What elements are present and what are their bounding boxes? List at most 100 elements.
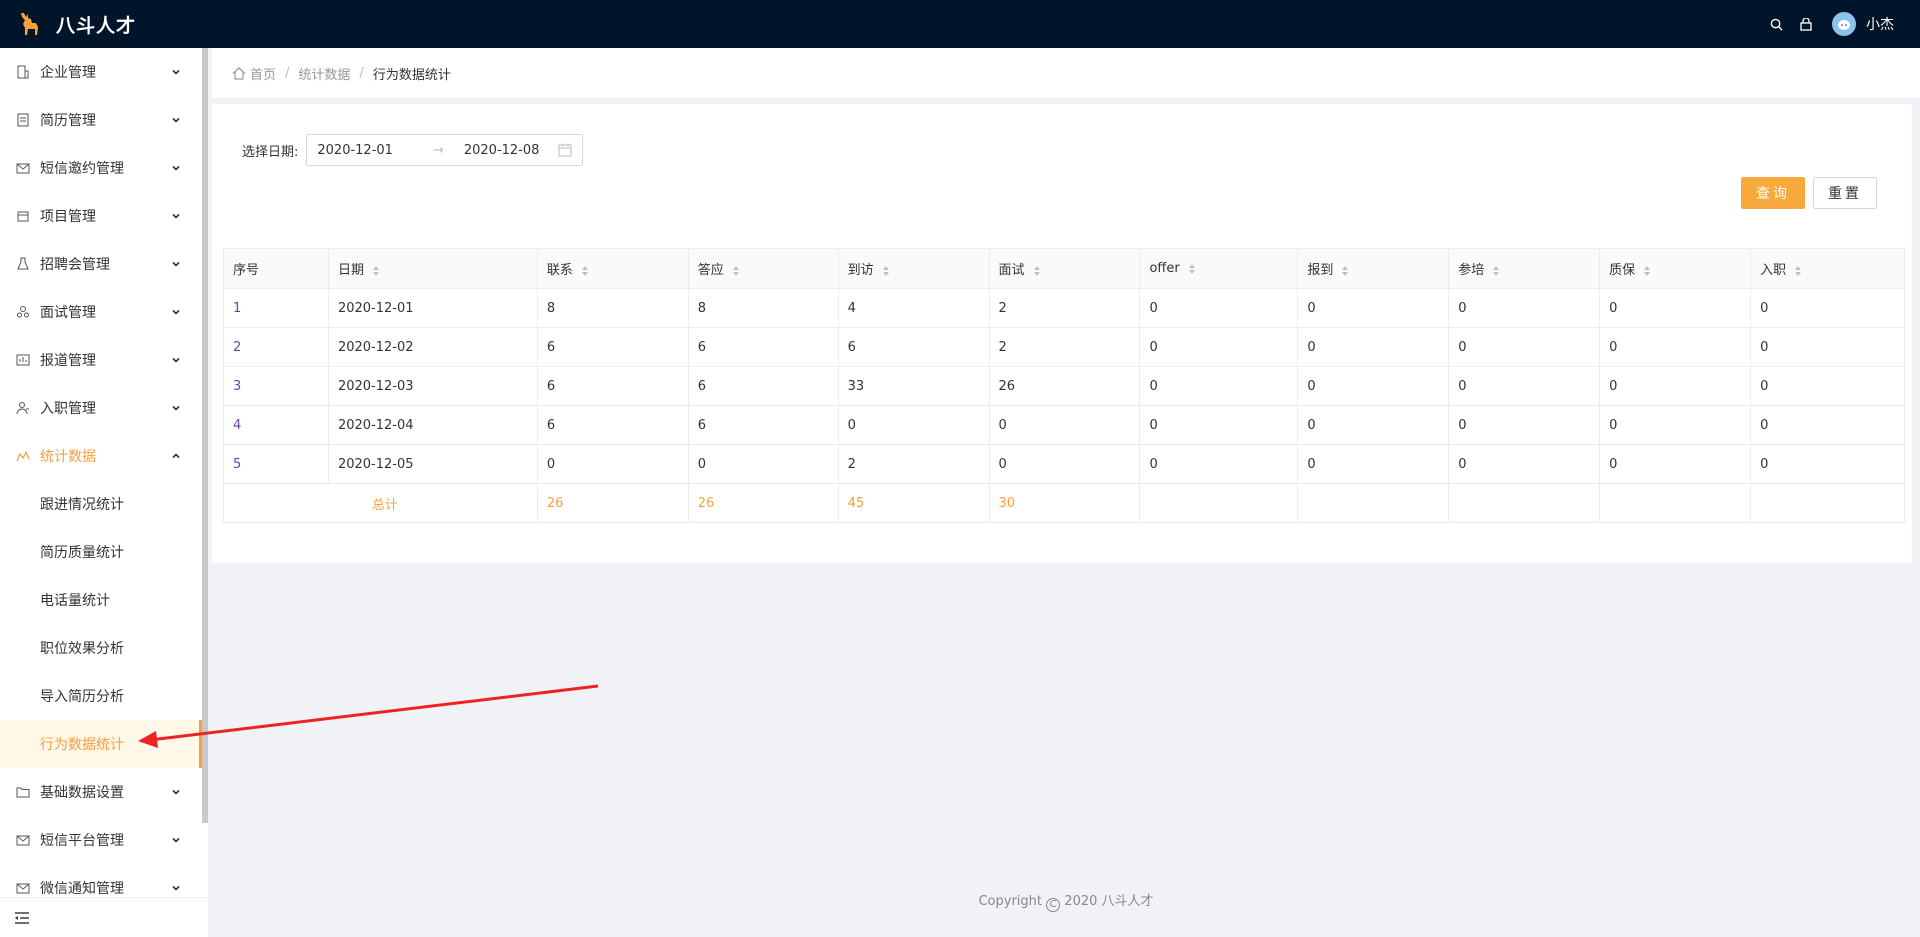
mail-icon — [16, 833, 30, 847]
table-cell: 0 — [1448, 366, 1601, 406]
reset-button[interactable]: 重置 — [1813, 177, 1877, 209]
column-header[interactable]: 日期 — [327, 248, 538, 289]
sidebar-subitem-followup[interactable]: 跟进情况统计 — [0, 480, 202, 528]
column-header[interactable]: 入职 — [1750, 248, 1905, 289]
breadcrumb-home[interactable]: 首页 — [232, 64, 276, 83]
column-header[interactable]: 质保 — [1599, 248, 1752, 289]
column-header-label: 报到 — [1307, 263, 1334, 278]
footer-brand: 2020 八斗人才 — [1064, 894, 1154, 909]
column-header[interactable]: 到访 — [837, 248, 990, 289]
footer: Copyright C 2020 八斗人才 — [212, 890, 1920, 912]
sidebar-item-interview[interactable]: 面试管理 — [0, 288, 202, 336]
table-cell: 3 — [223, 366, 329, 406]
sidebar-subitem-behavior-stats[interactable]: 行为数据统计 — [0, 720, 202, 768]
menu-fold-icon — [15, 911, 29, 924]
sort-icon[interactable] — [581, 265, 589, 277]
sidebar-scrollbar[interactable] — [202, 48, 208, 823]
table-cell: 4 — [223, 405, 329, 445]
table-cell: 0 — [1599, 327, 1752, 367]
sidebar-subitem-resume-quality[interactable]: 简历质量统计 — [0, 528, 202, 576]
username[interactable]: 小杰 — [1866, 14, 1894, 34]
table-cell: 0 — [1448, 405, 1601, 445]
sidebar-subitem-call-volume[interactable]: 电话量统计 — [0, 576, 202, 624]
table-cell: 0 — [1599, 444, 1752, 484]
sidebar-item-project[interactable]: 项目管理 — [0, 192, 202, 240]
column-header[interactable]: offer — [1139, 248, 1299, 289]
table-cell: 2020-12-03 — [327, 366, 538, 406]
flask-icon — [16, 257, 30, 271]
sidebar-item-report[interactable]: 报道管理 — [0, 336, 202, 384]
sidebar-item-label: 简历管理 — [40, 113, 96, 129]
sidebar-item-basic-data[interactable]: 基础数据设置 — [0, 768, 202, 816]
column-header[interactable]: 答应 — [687, 248, 839, 289]
logo[interactable]: 八斗人才 — [0, 0, 208, 48]
breadcrumb-home-label: 首页 — [250, 67, 277, 83]
chevron-down-icon — [172, 789, 180, 795]
brand-name: 八斗人才 — [56, 14, 137, 37]
copyright-icon: C — [1046, 898, 1061, 912]
sidebar-item-sms-platform[interactable]: 短信平台管理 — [0, 816, 202, 864]
sidebar-item-onboarding[interactable]: 入职管理 — [0, 384, 202, 432]
table-cell: 6 — [536, 405, 689, 445]
avatar[interactable] — [1832, 12, 1856, 36]
table-cell: 1 — [223, 288, 329, 328]
total-cell: 26 — [536, 483, 689, 523]
table-row: 3 2020-12-03 6 6 33 26 0 0 0 0 0 — [223, 366, 1905, 406]
sidebar-subitem-import-analysis[interactable]: 导入简历分析 — [0, 672, 202, 720]
sort-icon[interactable] — [1188, 263, 1196, 275]
calendar-icon — [558, 143, 572, 157]
date-range-end[interactable]: 2020-12-08 — [464, 143, 540, 158]
chevron-down-icon — [172, 837, 180, 843]
sidebar-item-job-fair[interactable]: 招聘会管理 — [0, 240, 202, 288]
lock-icon[interactable] — [1798, 16, 1814, 32]
search-icon[interactable] — [1768, 16, 1784, 32]
sidebar-item-company[interactable]: 企业管理 — [0, 48, 202, 96]
sort-icon[interactable] — [372, 265, 380, 277]
table-cell: 2 — [988, 288, 1141, 328]
table-cell: 0 — [1297, 366, 1450, 406]
sort-icon[interactable] — [1794, 265, 1802, 277]
date-range-start[interactable]: 2020-12-01 — [317, 143, 393, 158]
table-cell: 0 — [1139, 366, 1299, 406]
table-cell: 6 — [536, 366, 689, 406]
stats-table: 序号 日期 联系 答应 到访 面试 offer 报到 参培 质保 入职 1 2020-12-01 8 8 4… — [223, 248, 1905, 523]
sort-icon[interactable] — [1341, 265, 1349, 277]
sort-icon[interactable] — [1492, 265, 1500, 277]
table-cell: 0 — [1599, 366, 1752, 406]
table-cell: 2020-12-04 — [327, 405, 538, 445]
sort-icon[interactable] — [882, 265, 890, 277]
sidebar: 企业管理 简历管理 短信邀约管理 项目管理 招聘会管理 面试管理 报道管理 入职… — [0, 48, 208, 937]
column-header[interactable]: 面试 — [988, 248, 1141, 289]
table-cell: 0 — [1139, 288, 1299, 328]
chevron-down-icon — [172, 885, 180, 891]
total-cell — [1448, 483, 1601, 523]
chevron-down-icon — [172, 309, 180, 315]
column-header-label: 质保 — [1609, 263, 1636, 278]
chevron-down-icon — [172, 261, 180, 267]
table-cell: 0 — [1139, 405, 1299, 445]
sort-icon[interactable] — [1643, 265, 1651, 277]
column-header[interactable]: 联系 — [536, 248, 689, 289]
sidebar-item-sms-invite[interactable]: 短信邀约管理 — [0, 144, 202, 192]
chevron-down-icon — [172, 117, 180, 123]
column-header[interactable]: 报到 — [1297, 248, 1450, 289]
footer-copyright: Copyright — [978, 894, 1043, 909]
column-header[interactable]: 参培 — [1448, 248, 1601, 289]
table-cell: 0 — [1297, 405, 1450, 445]
breadcrumb-section[interactable]: 统计数据 — [298, 64, 350, 83]
table-cell: 8 — [687, 288, 839, 328]
sidebar-subitem-position-effect[interactable]: 职位效果分析 — [0, 624, 202, 672]
user-add-icon — [16, 401, 30, 415]
table-cell: 2020-12-02 — [327, 327, 538, 367]
date-range-picker[interactable]: 2020-12-01 → 2020-12-08 — [306, 134, 584, 166]
query-button[interactable]: 查询 — [1741, 177, 1805, 209]
sidebar-item-statistics[interactable]: 统计数据 — [0, 432, 202, 480]
sidebar-item-label: 企业管理 — [40, 65, 96, 81]
sidebar-collapse-toggle[interactable] — [0, 897, 208, 937]
sort-icon[interactable] — [732, 265, 740, 277]
sidebar-item-resume[interactable]: 简历管理 — [0, 96, 202, 144]
table-cell: 8 — [536, 288, 689, 328]
sidebar-item-label: 报道管理 — [40, 353, 96, 369]
sort-icon[interactable] — [1033, 265, 1041, 277]
team-icon — [16, 305, 30, 319]
